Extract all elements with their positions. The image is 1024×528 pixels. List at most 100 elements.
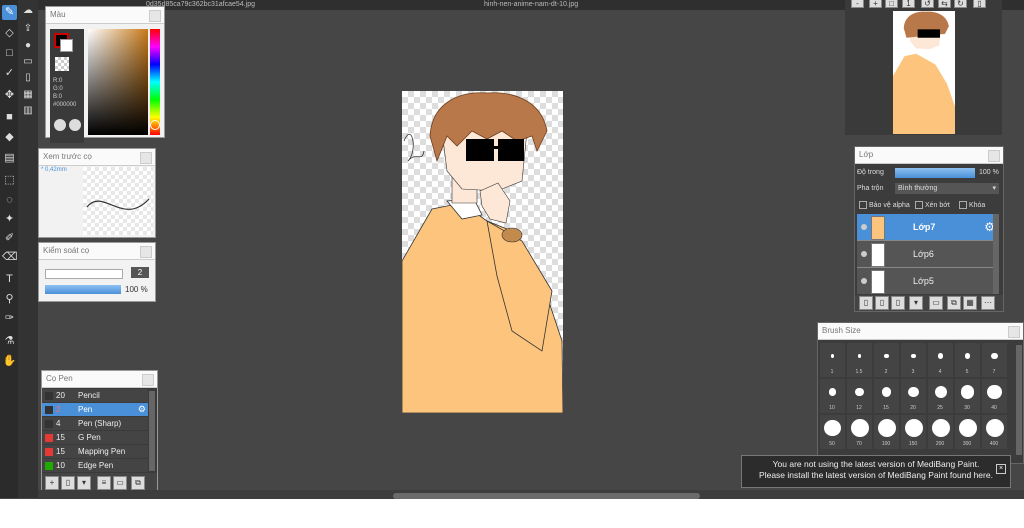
upload-icon[interactable]: ⇪ — [21, 22, 35, 36]
brush-size-value[interactable]: 2 — [131, 267, 149, 278]
speech-bubble-icon[interactable]: ● — [21, 39, 35, 53]
list-item[interactable]: 15 G Pen — [42, 431, 148, 444]
dropper-icon[interactable]: ⚗ — [2, 334, 17, 349]
list-item[interactable]: 15 Mapping Pen — [42, 445, 148, 458]
brush-size-cell[interactable]: 12 — [847, 379, 872, 413]
brush-size-cell[interactable]: 150 — [901, 415, 926, 449]
background-color-swatch[interactable] — [60, 39, 73, 52]
brush-folder-icon[interactable]: ▭ — [113, 476, 127, 490]
layer-list-scrollbar[interactable] — [993, 214, 999, 294]
eraser-tool-icon[interactable]: ◇ — [2, 26, 17, 41]
fit-icon[interactable]: □ — [885, 0, 898, 8]
new-8bit-layer-icon[interactable]: ▯ — [891, 296, 905, 310]
close-icon[interactable] — [149, 10, 161, 22]
transparent-swatch[interactable] — [55, 57, 69, 71]
layer-folder-icon[interactable]: ▭ — [929, 296, 943, 310]
hue-handle[interactable] — [150, 120, 160, 130]
select-tool-icon[interactable]: ⬚ — [2, 173, 17, 188]
hand-tool-icon[interactable]: ✋ — [2, 354, 17, 369]
close-icon[interactable] — [1008, 326, 1020, 338]
brush-size-cell[interactable]: 30 — [955, 379, 980, 413]
actual-size-icon[interactable]: 1 — [902, 0, 915, 8]
brush-size-cell[interactable]: 15 — [874, 379, 899, 413]
list-item[interactable]: 10 Edge Pen — [42, 459, 148, 472]
list-item[interactable]: 2 Pen ⚙ — [42, 403, 148, 416]
brush-size-cell[interactable]: 70 — [847, 415, 872, 449]
layers-icon[interactable]: ▦ — [21, 88, 35, 102]
new-brush-icon[interactable]: ▯ — [61, 476, 75, 490]
brush-size-cell[interactable]: 5 — [955, 343, 980, 377]
brush-size-cell[interactable]: 400 — [982, 415, 1007, 449]
navigator-thumbnail[interactable] — [893, 11, 955, 134]
brush-size-cell[interactable]: 300 — [955, 415, 980, 449]
brush-settings-icon[interactable]: ≡ — [97, 476, 111, 490]
reset-icon[interactable]: ▯ — [973, 0, 986, 8]
close-icon[interactable] — [142, 374, 154, 386]
select-pen-icon[interactable]: ✐ — [2, 231, 17, 246]
clipping-checkbox[interactable] — [915, 201, 923, 209]
layer-opacity-slider[interactable] — [895, 168, 975, 178]
update-notice[interactable]: You are not using the latest version of … — [741, 455, 1011, 488]
zoom-out-icon[interactable]: - — [851, 0, 864, 8]
select-eraser-icon[interactable]: ⌫ — [2, 250, 18, 265]
protect-alpha-checkbox[interactable] — [859, 201, 867, 209]
brush-size-cell[interactable]: 10 — [820, 379, 845, 413]
cloud-icon[interactable]: ☁ — [21, 4, 35, 18]
eye-icon[interactable] — [861, 224, 867, 230]
palette-icon[interactable] — [54, 119, 66, 131]
comment-icon[interactable]: ▭ — [21, 55, 35, 69]
layer-item[interactable]: Lớp6 — [857, 241, 999, 268]
brush-size-cell[interactable]: 7 — [982, 343, 1007, 377]
gear-icon[interactable]: ⚙ — [138, 403, 146, 416]
rotate-left-icon[interactable]: ↺ — [921, 0, 934, 8]
gradient-tool-icon[interactable]: ▤ — [2, 151, 17, 166]
check-icon[interactable]: ✓ — [2, 66, 17, 81]
brush-list-scrollbar[interactable] — [149, 391, 155, 471]
blend-mode-select[interactable]: Bình thường ▾ — [895, 183, 999, 194]
brush-size-cell[interactable]: 200 — [928, 415, 953, 449]
brush-size-cell[interactable]: 1.5 — [847, 343, 872, 377]
close-icon[interactable]: × — [996, 464, 1006, 474]
fill-rect-icon[interactable]: ■ — [2, 110, 17, 125]
merge-layer-icon[interactable]: ▦ — [963, 296, 977, 310]
bucket-tool-icon[interactable]: ◆ — [2, 130, 17, 145]
eye-icon[interactable] — [861, 251, 867, 257]
brush-size-slider[interactable] — [45, 269, 123, 279]
add-layer-menu-icon[interactable]: ▾ — [909, 296, 923, 310]
new-halftone-layer-icon[interactable]: ▯ — [875, 296, 889, 310]
rotate-right-icon[interactable]: ↻ — [954, 0, 967, 8]
list-item[interactable]: 20 Pencil — [42, 389, 148, 402]
close-icon[interactable] — [140, 246, 152, 258]
eyedropper-tool-icon[interactable]: ✑ — [2, 311, 17, 326]
duplicate-brush-icon[interactable]: ⧉ — [131, 476, 145, 490]
brush-size-cell[interactable]: 40 — [982, 379, 1007, 413]
operation-tool-icon[interactable]: ⚲ — [2, 292, 17, 307]
zoom-in-icon[interactable]: + — [869, 0, 882, 8]
tab-file2[interactable]: hinh-nen-anime-nam-dt-10.jpg — [484, 0, 578, 10]
move-tool-icon[interactable]: ✥ — [2, 88, 17, 103]
magic-wand-icon[interactable]: ✦ — [2, 212, 17, 227]
lasso-tool-icon[interactable]: ◌ — [2, 193, 17, 208]
brush-size-cell[interactable]: 2 — [874, 343, 899, 377]
brush-size-cell[interactable]: 4 — [928, 343, 953, 377]
close-icon[interactable] — [988, 150, 1000, 162]
close-icon[interactable] — [140, 152, 152, 164]
saturation-value-picker[interactable] — [88, 29, 148, 135]
new-layer-icon[interactable]: ▯ — [859, 296, 873, 310]
brush-size-cell[interactable]: 20 — [901, 379, 926, 413]
brush-size-cell[interactable]: 100 — [874, 415, 899, 449]
brush-size-cell[interactable]: 25 — [928, 379, 953, 413]
brush-size-cell[interactable]: 1 — [820, 343, 845, 377]
list-item[interactable]: 4 Pen (Sharp) — [42, 417, 148, 430]
brush-tool-icon[interactable]: ✎ — [2, 5, 17, 20]
add-brush-icon[interactable]: + — [45, 476, 59, 490]
text-tool-icon[interactable]: T — [2, 272, 17, 287]
document-icon[interactable]: ▯ — [21, 71, 35, 85]
flip-icon[interactable]: ⇆ — [938, 0, 951, 8]
eye-icon[interactable] — [861, 278, 867, 284]
brush-size-cell[interactable]: 50 — [820, 415, 845, 449]
brush-size-scrollbar[interactable] — [1016, 345, 1022, 455]
drawing-canvas[interactable] — [402, 91, 563, 413]
layer-menu-icon[interactable]: ⋯ — [981, 296, 995, 310]
layer-item[interactable]: Lớp7 ⚙ — [857, 214, 999, 241]
